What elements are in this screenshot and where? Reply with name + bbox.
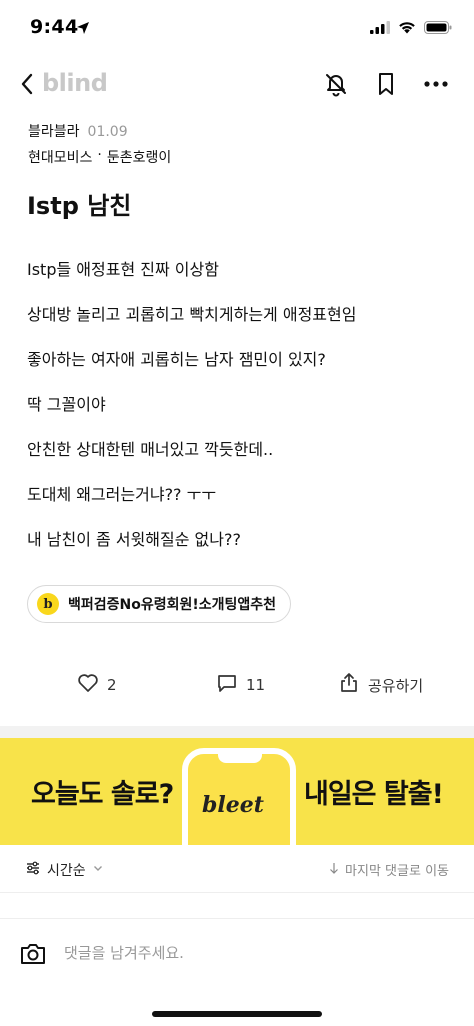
battery-icon (424, 19, 452, 38)
ad-banner[interactable]: 오늘도 솔로? bleet 내일은 탈출! (0, 738, 474, 845)
status-time: 9:44 (30, 16, 79, 38)
comment-input-bar (0, 918, 474, 988)
comment-icon (216, 672, 238, 698)
arrow-down-icon (328, 862, 340, 878)
home-indicator (152, 1011, 322, 1017)
nav-bar: blind (0, 58, 474, 110)
post-body-line: 상대방 놀리고 괴롭히고 빡치게하는게 애정표현임 (27, 305, 357, 324)
author-nickname: 둔촌호랭이 (106, 150, 172, 166)
comment-input[interactable] (64, 938, 444, 968)
company-name[interactable]: 현대모비스 (28, 147, 92, 167)
chevron-down-icon (92, 862, 104, 878)
back-chevron-icon[interactable] (14, 70, 42, 98)
sort-filter-icon (25, 860, 41, 880)
share-icon (338, 672, 360, 698)
ad-chip-label: 백퍼검증No유령회원!소개팅앱추천 (68, 597, 277, 613)
ad-chip[interactable]: b 백퍼검증No유령회원!소개팅앱추천 (27, 585, 292, 623)
brand-logo[interactable]: blind (42, 69, 108, 97)
more-icon[interactable] (422, 70, 450, 98)
author-info: 블라블라 01.09 현대모비스 · 둔촌호랭이 (28, 121, 171, 167)
wifi-icon (398, 19, 416, 38)
separator: · (97, 147, 102, 163)
heart-icon (77, 672, 99, 698)
sort-label: 시간순 (47, 863, 86, 879)
banner-right-text: 내일은 탈출! (304, 779, 444, 810)
comment-button[interactable]: 11 (216, 672, 265, 698)
post-actions: 2 11 공유하기 (0, 672, 474, 700)
like-button[interactable]: 2 (77, 672, 117, 698)
post-body-line: Istp들 애정표현 진짜 이상함 (27, 260, 219, 279)
phone-illustration: bleet (182, 748, 296, 845)
share-button[interactable]: 공유하기 (338, 672, 423, 698)
bell-off-icon[interactable] (322, 70, 350, 98)
status-indicators (370, 19, 452, 38)
section-divider (0, 726, 474, 738)
author-name[interactable]: 블라블라 (28, 121, 80, 141)
like-count: 2 (107, 676, 117, 694)
author-row: 블라블라 01.09 (28, 121, 171, 141)
post-body-line: 딱 그꼴이야 (27, 395, 106, 414)
signal-icon (370, 19, 390, 38)
jump-to-last-comment-button[interactable]: 마지막 댓글로 이동 (328, 860, 449, 879)
camera-icon[interactable] (19, 940, 47, 968)
comment-sort-bar: 시간순 마지막 댓글로 이동 (0, 845, 474, 893)
post-body: Istp들 애정표현 진짜 이상함 상대방 놀리고 괴롭히고 빡치게하는게 애정… (27, 257, 447, 572)
location-arrow-icon (76, 20, 90, 39)
post-date: 01.09 (87, 124, 128, 140)
status-bar: 9:44 (0, 0, 474, 58)
post-body-line: 도대체 왜그러는거냐?? ㅜㅜ (27, 485, 217, 504)
post-body-line: 안친한 상대한텐 매너있고 깍듯한데.. (27, 440, 274, 459)
nav-actions (322, 70, 450, 98)
phone-notch (218, 753, 262, 763)
post-body-line: 좋아하는 여자애 괴롭히는 남자 잼민이 있지? (27, 350, 326, 369)
company-row: 현대모비스 · 둔촌호랭이 (28, 147, 171, 167)
post-title: Istp 남친 (27, 192, 132, 220)
bleet-logo-icon: b (37, 593, 59, 615)
banner-left-text: 오늘도 솔로? (31, 779, 174, 810)
share-label: 공유하기 (368, 676, 424, 695)
jump-label: 마지막 댓글로 이동 (345, 864, 449, 879)
comment-count: 11 (246, 676, 266, 694)
banner-brand-logo: bleet (202, 792, 264, 818)
sort-button[interactable]: 시간순 (25, 860, 104, 880)
post-body-line: 내 남친이 좀 서윗해질순 없나?? (27, 530, 241, 549)
bookmark-icon[interactable] (372, 70, 400, 98)
